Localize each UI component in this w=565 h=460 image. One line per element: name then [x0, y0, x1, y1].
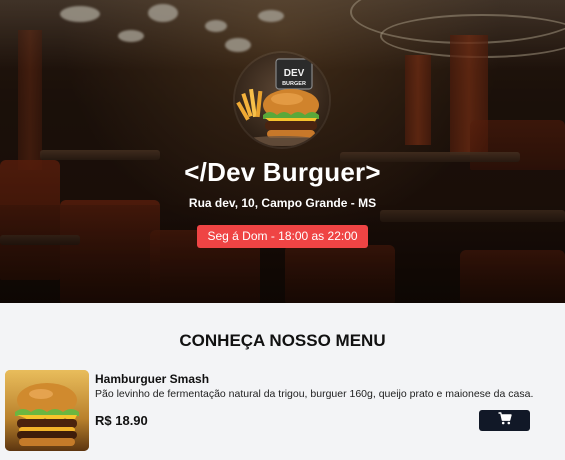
menu-heading: CONHEÇA NOSSO MENU [179, 331, 386, 350]
logo-sign-bottom: BURGER [282, 81, 306, 87]
restaurant-address: Rua dev, 10, Campo Grande - MS [188, 196, 377, 210]
opening-hours-badge: Seg á Dom - 18:00 as 22:00 [197, 225, 368, 248]
restaurant-logo: DEV BURGER [235, 53, 329, 147]
hero-banner: DEV BURGER </Dev Burguer> Rua dev, 10, C… [0, 0, 565, 303]
burger-product-image [5, 370, 89, 451]
restaurant-title: </Dev Burguer> [184, 157, 381, 187]
product-price: R$ 18.90 [95, 413, 148, 428]
product-name: Hamburguer Smash [95, 372, 210, 386]
dark-overlay [0, 0, 565, 303]
add-to-cart-button[interactable] [479, 410, 530, 431]
product-description: Pão levinho de fermentação natural da tr… [95, 388, 534, 400]
cart-icon [498, 411, 512, 430]
menu-item: Hamburguer Smash Pão levinho de fermenta… [5, 368, 560, 454]
logo-sign-top: DEV [284, 68, 305, 79]
